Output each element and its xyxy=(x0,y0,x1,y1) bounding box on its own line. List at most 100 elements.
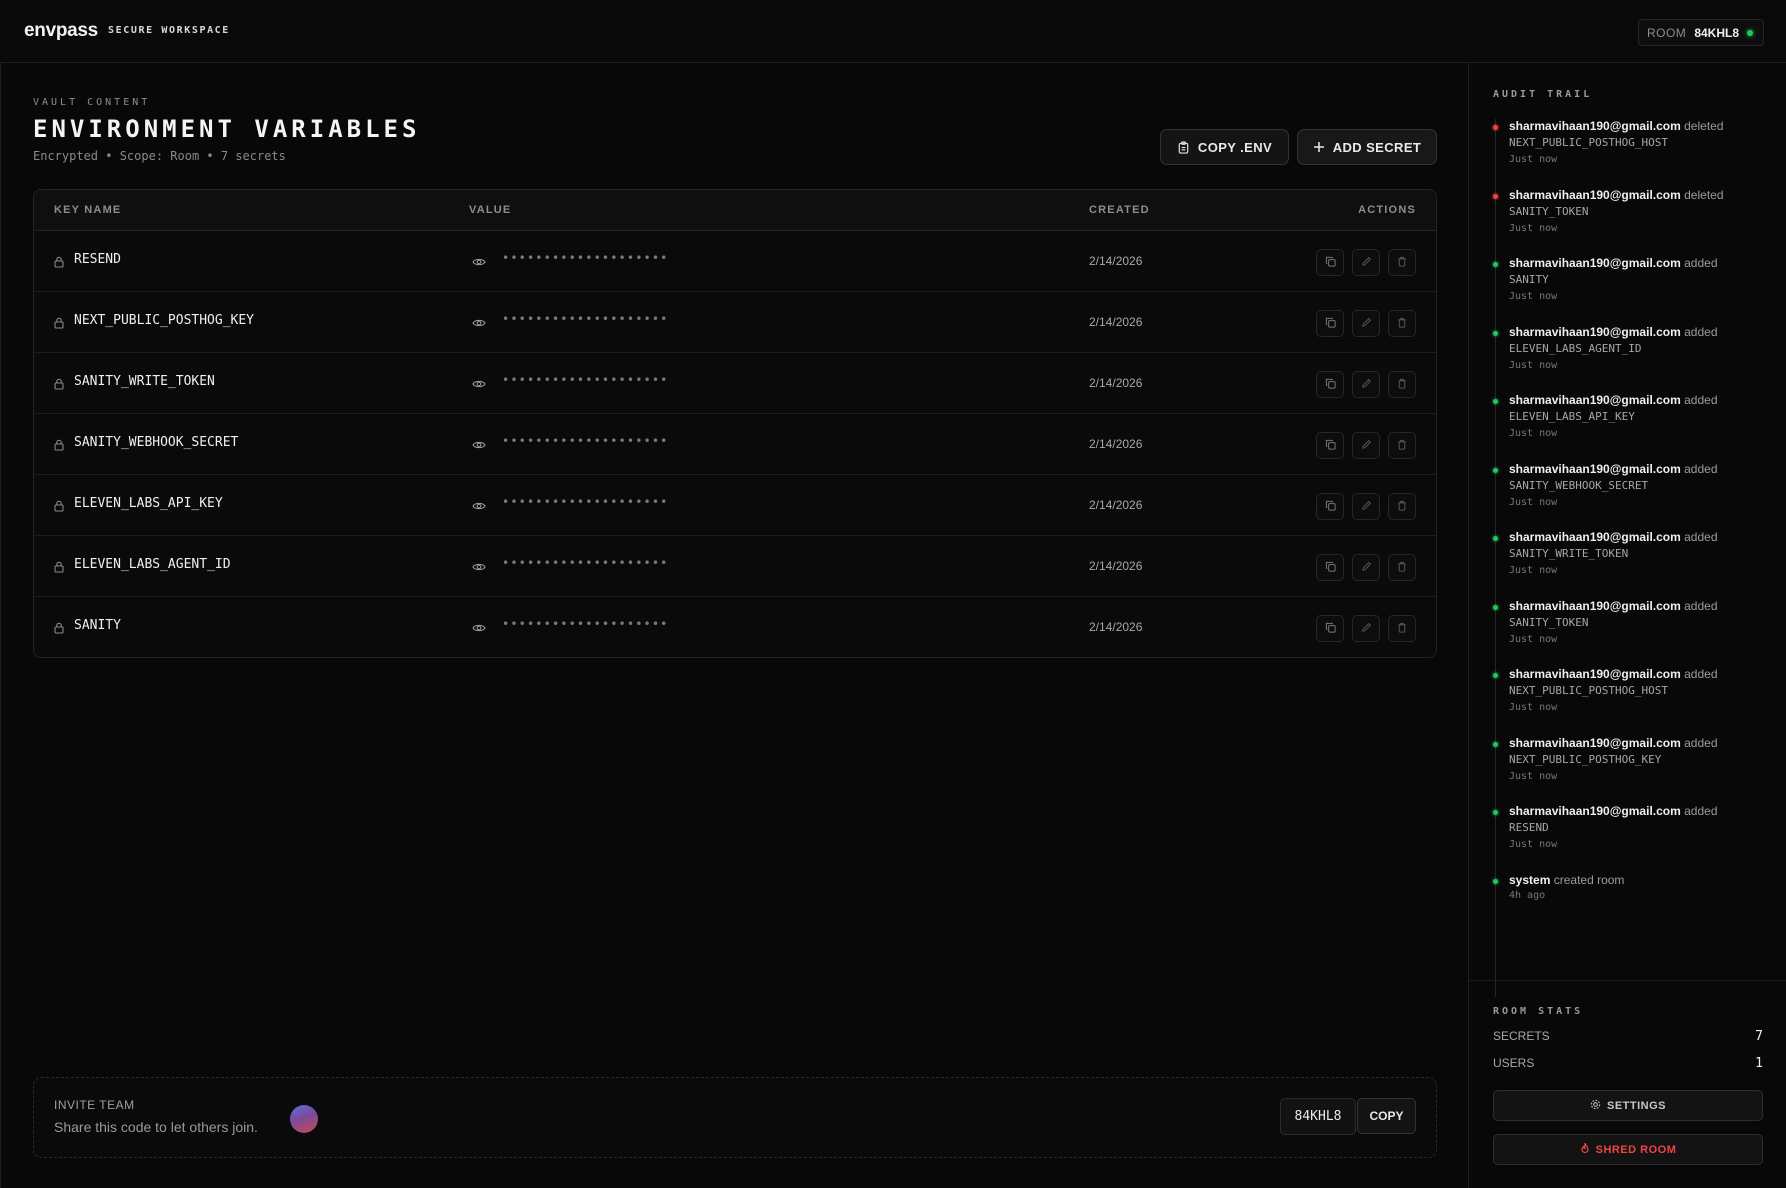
audit-key: NEXT_PUBLIC_POSTHOG_HOST xyxy=(1509,136,1668,149)
eye-icon[interactable] xyxy=(472,559,486,577)
timeline-line xyxy=(1495,119,1496,997)
secret-key-name: RESEND xyxy=(74,252,121,267)
copy-env-button[interactable]: COPY .ENV xyxy=(1160,129,1289,165)
audit-entry-text: sharmavihaan190@gmail.com added xyxy=(1509,599,1718,613)
secret-created-date: 2/14/2026 xyxy=(1089,315,1143,329)
audit-entry-text: sharmavihaan190@gmail.com deleted xyxy=(1509,188,1724,202)
eye-icon[interactable] xyxy=(472,620,486,638)
edit-secret-button[interactable] xyxy=(1352,615,1380,642)
audit-status-dot xyxy=(1493,605,1498,610)
shred-room-button[interactable]: SHRED ROOM xyxy=(1493,1134,1763,1165)
audit-user: sharmavihaan190@gmail.com xyxy=(1509,393,1681,407)
settings-button[interactable]: SETTINGS xyxy=(1493,1090,1763,1121)
audit-time: Just now xyxy=(1509,428,1558,439)
copy-icon xyxy=(1325,376,1336,394)
brand-logo[interactable]: envpass xyxy=(24,20,98,42)
table-body: RESEND •••••••••••••••••••• 2/14/2026 NEXT_… xyxy=(34,231,1436,657)
audit-time: Just now xyxy=(1509,497,1558,508)
eye-icon[interactable] xyxy=(472,498,486,516)
secret-masked-value: •••••••••••••••••••• xyxy=(502,617,669,631)
delete-secret-button[interactable] xyxy=(1388,554,1416,581)
invite-code-field[interactable]: 84KHL8 xyxy=(1280,1098,1356,1135)
secret-masked-value: •••••••••••••••••••• xyxy=(502,495,669,509)
delete-secret-button[interactable] xyxy=(1388,432,1416,459)
secret-key-name: ELEVEN_LABS_AGENT_ID xyxy=(74,557,231,572)
copy-icon xyxy=(1325,437,1336,455)
column-header-key: KEY NAME xyxy=(54,204,122,216)
secret-masked-value: •••••••••••••••••••• xyxy=(502,373,669,387)
audit-key: RESEND xyxy=(1509,821,1549,834)
copy-secret-button[interactable] xyxy=(1316,493,1344,520)
audit-entry-text: sharmavihaan190@gmail.com added xyxy=(1509,462,1718,476)
secret-masked-value: •••••••••••••••••••• xyxy=(502,312,669,326)
eye-icon[interactable] xyxy=(472,376,486,394)
eye-icon[interactable] xyxy=(472,315,486,333)
audit-entry-text: sharmavihaan190@gmail.com added xyxy=(1509,256,1718,270)
page-title: ENVIRONMENT VARIABLES xyxy=(33,115,421,143)
audit-user: sharmavihaan190@gmail.com xyxy=(1509,462,1681,476)
delete-secret-button[interactable] xyxy=(1388,493,1416,520)
copy-secret-button[interactable] xyxy=(1316,615,1344,642)
edit-secret-button[interactable] xyxy=(1352,554,1380,581)
secret-created-date: 2/14/2026 xyxy=(1089,376,1143,390)
audit-status-dot xyxy=(1493,810,1498,815)
copy-icon xyxy=(1325,620,1336,638)
invite-team-panel: INVITE TEAM Share this code to let other… xyxy=(33,1077,1437,1158)
edit-secret-button[interactable] xyxy=(1352,371,1380,398)
sidebar-divider xyxy=(1469,980,1786,981)
audit-timeline[interactable]: sharmavihaan190@gmail.com deleted NEXT_PU… xyxy=(1493,119,1763,997)
audit-key: SANITY_WEBHOOK_SECRET xyxy=(1509,479,1649,492)
edit-secret-button[interactable] xyxy=(1352,249,1380,276)
delete-secret-button[interactable] xyxy=(1388,249,1416,276)
table-row: SANITY •••••••••••••••••••• 2/14/2026 xyxy=(34,597,1436,657)
table-row: ELEVEN_LABS_AGENT_ID ••••••••••••••••••••… xyxy=(34,536,1436,597)
copy-icon xyxy=(1325,315,1336,333)
trash-icon xyxy=(1397,498,1407,516)
lock-icon xyxy=(54,621,64,639)
stat-secrets-label: SECRETS xyxy=(1493,1029,1550,1043)
copy-invite-code-button[interactable]: COPY xyxy=(1357,1098,1416,1134)
eye-icon[interactable] xyxy=(472,437,486,455)
secret-masked-value: •••••••••••••••••••• xyxy=(502,434,669,448)
table-row: NEXT_PUBLIC_POSTHOG_KEY •••••••••••••••••… xyxy=(34,292,1436,353)
add-secret-label: ADD SECRET xyxy=(1332,139,1422,155)
audit-action: added xyxy=(1684,462,1718,476)
delete-secret-button[interactable] xyxy=(1388,615,1416,642)
secret-masked-value: •••••••••••••••••••• xyxy=(502,251,669,265)
lock-icon xyxy=(54,560,64,578)
table-row: SANITY_WRITE_TOKEN •••••••••••••••••••• 2/… xyxy=(34,353,1436,414)
secrets-table: KEY NAME VALUE CREATED ACTIONS RESEND •••… xyxy=(33,189,1437,658)
online-status-dot xyxy=(1747,29,1753,36)
audit-user: sharmavihaan190@gmail.com xyxy=(1509,667,1681,681)
audit-entry-text: sharmavihaan190@gmail.com added xyxy=(1509,325,1718,339)
audit-user: sharmavihaan190@gmail.com xyxy=(1509,188,1681,202)
delete-secret-button[interactable] xyxy=(1388,371,1416,398)
trash-icon xyxy=(1397,376,1407,394)
stat-users-label: USERS xyxy=(1493,1056,1535,1070)
pencil-icon xyxy=(1361,315,1372,333)
copy-secret-button[interactable] xyxy=(1316,554,1344,581)
copy-secret-button[interactable] xyxy=(1316,371,1344,398)
copy-secret-button[interactable] xyxy=(1316,249,1344,276)
pencil-icon xyxy=(1361,620,1372,638)
audit-user: sharmavihaan190@gmail.com xyxy=(1509,119,1681,133)
eye-icon[interactable] xyxy=(472,254,486,272)
secret-key-name: SANITY xyxy=(74,618,121,633)
brand-tagline: SECURE WORKSPACE xyxy=(108,25,230,36)
audit-user: sharmavihaan190@gmail.com xyxy=(1509,256,1681,270)
audit-status-dot xyxy=(1493,879,1498,884)
copy-secret-button[interactable] xyxy=(1316,432,1344,459)
column-header-actions: ACTIONS xyxy=(1358,204,1416,216)
edit-secret-button[interactable] xyxy=(1352,310,1380,337)
stat-secrets-value: 7 xyxy=(1755,1029,1763,1044)
edit-secret-button[interactable] xyxy=(1352,493,1380,520)
audit-status-dot xyxy=(1493,468,1498,473)
secret-created-date: 2/14/2026 xyxy=(1089,437,1143,451)
copy-secret-button[interactable] xyxy=(1316,310,1344,337)
edit-secret-button[interactable] xyxy=(1352,432,1380,459)
add-secret-button[interactable]: ADD SECRET xyxy=(1297,129,1437,165)
delete-secret-button[interactable] xyxy=(1388,310,1416,337)
trash-icon xyxy=(1397,254,1407,272)
lock-icon xyxy=(54,377,64,395)
secret-masked-value: •••••••••••••••••••• xyxy=(502,556,669,570)
